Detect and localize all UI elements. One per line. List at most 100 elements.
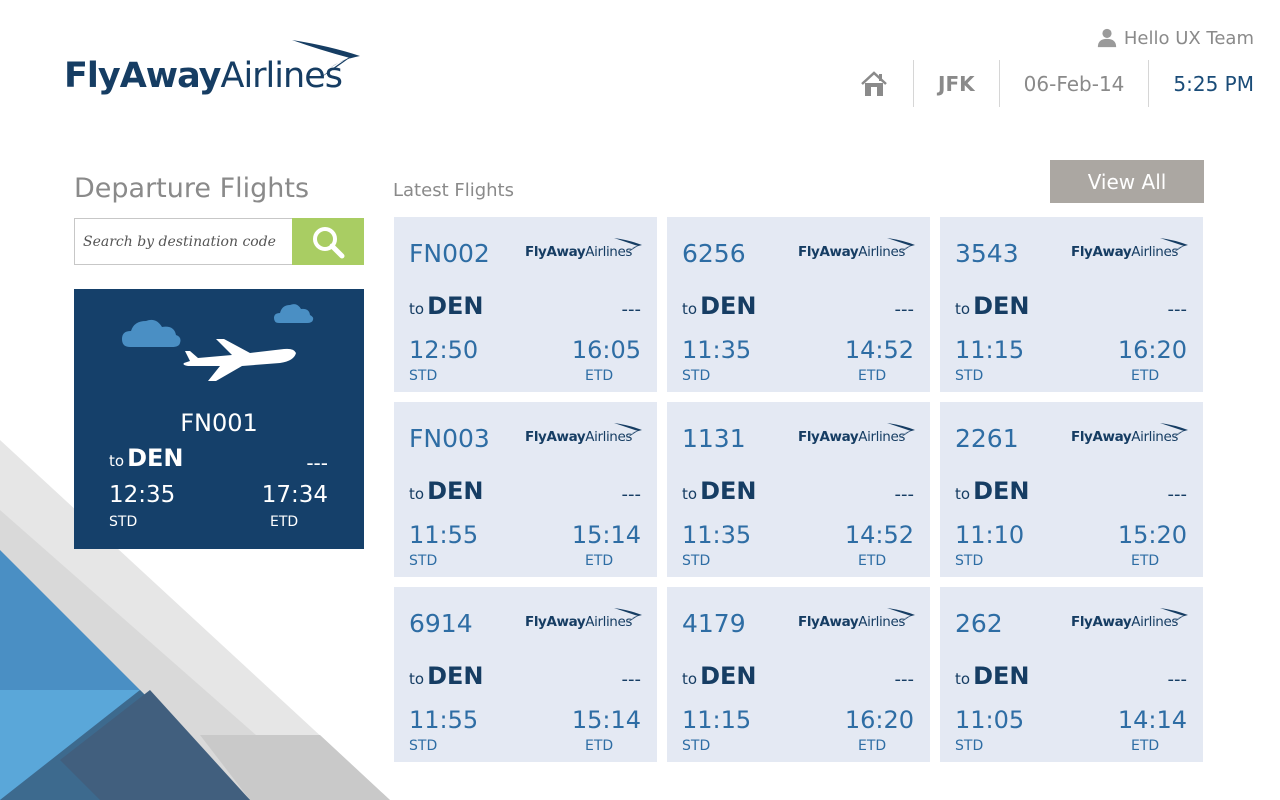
card-brand-bold: FlyAway bbox=[798, 429, 859, 445]
card-brand-logo: FlyAwayAirlines bbox=[525, 607, 645, 633]
destination-code: DEN bbox=[427, 662, 484, 690]
card-brand-logo: FlyAwayAirlines bbox=[798, 422, 918, 448]
logo-swoosh-icon bbox=[887, 238, 915, 254]
flight-card[interactable]: 3543 FlyAwayAirlines to DEN --- 11:15 16:… bbox=[940, 217, 1203, 392]
etd-time: 16:05 bbox=[571, 336, 641, 364]
etd-time: 14:14 bbox=[1117, 706, 1187, 734]
cloud-icon bbox=[122, 319, 181, 347]
destination-code: DEN bbox=[427, 292, 484, 320]
std-time: 11:15 bbox=[955, 336, 1025, 364]
flight-number: 4179 bbox=[682, 609, 746, 638]
etd-time: 16:20 bbox=[844, 706, 914, 734]
flight-card[interactable]: FN003 FlyAwayAirlines to DEN --- 11:55 15… bbox=[394, 402, 657, 577]
etd-time: 15:14 bbox=[571, 521, 641, 549]
flight-card[interactable]: 4179 FlyAwayAirlines to DEN --- 11:15 16:… bbox=[667, 587, 930, 762]
flight-card[interactable]: FN002 FlyAwayAirlines to DEN --- 12:50 16… bbox=[394, 217, 657, 392]
flight-number: FN002 bbox=[409, 239, 490, 268]
card-brand-bold: FlyAway bbox=[798, 614, 859, 630]
featured-flight-number: FN001 bbox=[180, 409, 258, 437]
destination-code: DEN bbox=[973, 662, 1030, 690]
brand-logo[interactable]: FlyAwayAirlines bbox=[64, 38, 364, 100]
card-brand-bold: FlyAway bbox=[525, 614, 586, 630]
flight-status: --- bbox=[894, 484, 915, 505]
search-input[interactable] bbox=[75, 219, 292, 264]
std-label: STD bbox=[409, 553, 438, 569]
logo-swoosh-icon bbox=[614, 423, 642, 439]
view-all-button[interactable]: View All bbox=[1050, 160, 1204, 203]
cloud-icon bbox=[274, 304, 314, 323]
featured-status: --- bbox=[306, 451, 328, 475]
std-time: 12:50 bbox=[409, 336, 479, 364]
flight-status: --- bbox=[894, 669, 915, 690]
etd-time: 15:20 bbox=[1117, 521, 1187, 549]
flight-card[interactable]: 262 FlyAwayAirlines to DEN --- 11:05 14:1… bbox=[940, 587, 1203, 762]
flight-status: --- bbox=[1167, 669, 1188, 690]
logo-swoosh-icon bbox=[614, 238, 642, 254]
std-time: 11:55 bbox=[409, 706, 479, 734]
etd-label: ETD bbox=[1131, 738, 1160, 754]
destination: to DEN bbox=[409, 662, 483, 690]
flight-status: --- bbox=[894, 299, 915, 320]
brand-name-bold: FlyAway bbox=[64, 56, 221, 96]
to-label: to bbox=[109, 452, 125, 470]
destination: to DEN bbox=[955, 662, 1029, 690]
flight-status: --- bbox=[1167, 484, 1188, 505]
destination: to DEN bbox=[682, 477, 756, 505]
etd-label: ETD bbox=[1131, 553, 1160, 569]
to-label: to bbox=[682, 300, 698, 318]
destination-code: DEN bbox=[700, 292, 757, 320]
logo-swoosh-icon bbox=[887, 608, 915, 624]
etd-label: ETD bbox=[585, 553, 614, 569]
flight-status: --- bbox=[621, 299, 642, 320]
flights-grid: FN002 FlyAwayAirlines to DEN --- 12:50 16… bbox=[394, 217, 1204, 762]
card-brand-bold: FlyAway bbox=[1071, 244, 1132, 260]
flight-card[interactable]: 6256 FlyAwayAirlines to DEN --- 11:35 14:… bbox=[667, 217, 930, 392]
etd-label: ETD bbox=[858, 368, 887, 384]
std-time: 11:10 bbox=[955, 521, 1025, 549]
std-time: 11:05 bbox=[955, 706, 1025, 734]
featured-flight-card[interactable]: FN001 to DEN --- 12:35 17:34 STD ETD bbox=[74, 289, 364, 549]
std-label: STD bbox=[955, 553, 984, 569]
flight-card[interactable]: 6914 FlyAwayAirlines to DEN --- 11:55 15:… bbox=[394, 587, 657, 762]
flight-card[interactable]: 2261 FlyAwayAirlines to DEN --- 11:10 15:… bbox=[940, 402, 1203, 577]
flight-status: --- bbox=[621, 669, 642, 690]
flight-number: 3543 bbox=[955, 239, 1019, 268]
flight-number: FN003 bbox=[409, 424, 490, 453]
airplane-icon bbox=[183, 339, 296, 381]
departures-title: Departure Flights bbox=[74, 173, 310, 204]
destination-code: DEN bbox=[973, 292, 1030, 320]
to-label: to bbox=[955, 485, 971, 503]
featured-std-time: 12:35 bbox=[109, 482, 176, 508]
to-label: to bbox=[955, 670, 971, 688]
etd-label: ETD bbox=[858, 738, 887, 754]
std-time: 11:35 bbox=[682, 336, 752, 364]
flight-number: 1131 bbox=[682, 424, 746, 453]
logo-swoosh-icon bbox=[1160, 238, 1188, 254]
destination-code: DEN bbox=[700, 662, 757, 690]
etd-time: 15:14 bbox=[571, 706, 641, 734]
search-button[interactable] bbox=[292, 218, 364, 265]
destination-code: DEN bbox=[127, 444, 184, 472]
logo-swoosh-icon bbox=[292, 40, 360, 78]
etd-time: 14:52 bbox=[844, 336, 914, 364]
etd-label: ETD bbox=[1131, 368, 1160, 384]
featured-std-label: STD bbox=[109, 514, 138, 530]
destination: to DEN bbox=[682, 292, 756, 320]
flight-number: 6914 bbox=[409, 609, 473, 638]
user-greeting[interactable]: Hello UX Team bbox=[1096, 27, 1254, 49]
latest-flights-title: Latest Flights bbox=[393, 180, 514, 201]
featured-etd-time: 17:34 bbox=[261, 482, 328, 508]
current-time: 5:25 PM bbox=[1148, 60, 1254, 107]
flight-status: --- bbox=[621, 484, 642, 505]
card-brand-bold: FlyAway bbox=[798, 244, 859, 260]
home-button[interactable] bbox=[835, 60, 913, 107]
flight-card[interactable]: 1131 FlyAwayAirlines to DEN --- 11:35 14:… bbox=[667, 402, 930, 577]
std-label: STD bbox=[409, 738, 438, 754]
card-brand-logo: FlyAwayAirlines bbox=[525, 237, 645, 263]
to-label: to bbox=[955, 300, 971, 318]
std-label: STD bbox=[955, 738, 984, 754]
card-brand-logo: FlyAwayAirlines bbox=[1071, 237, 1191, 263]
std-time: 11:55 bbox=[409, 521, 479, 549]
search-box bbox=[74, 218, 364, 265]
flight-number: 2261 bbox=[955, 424, 1019, 453]
